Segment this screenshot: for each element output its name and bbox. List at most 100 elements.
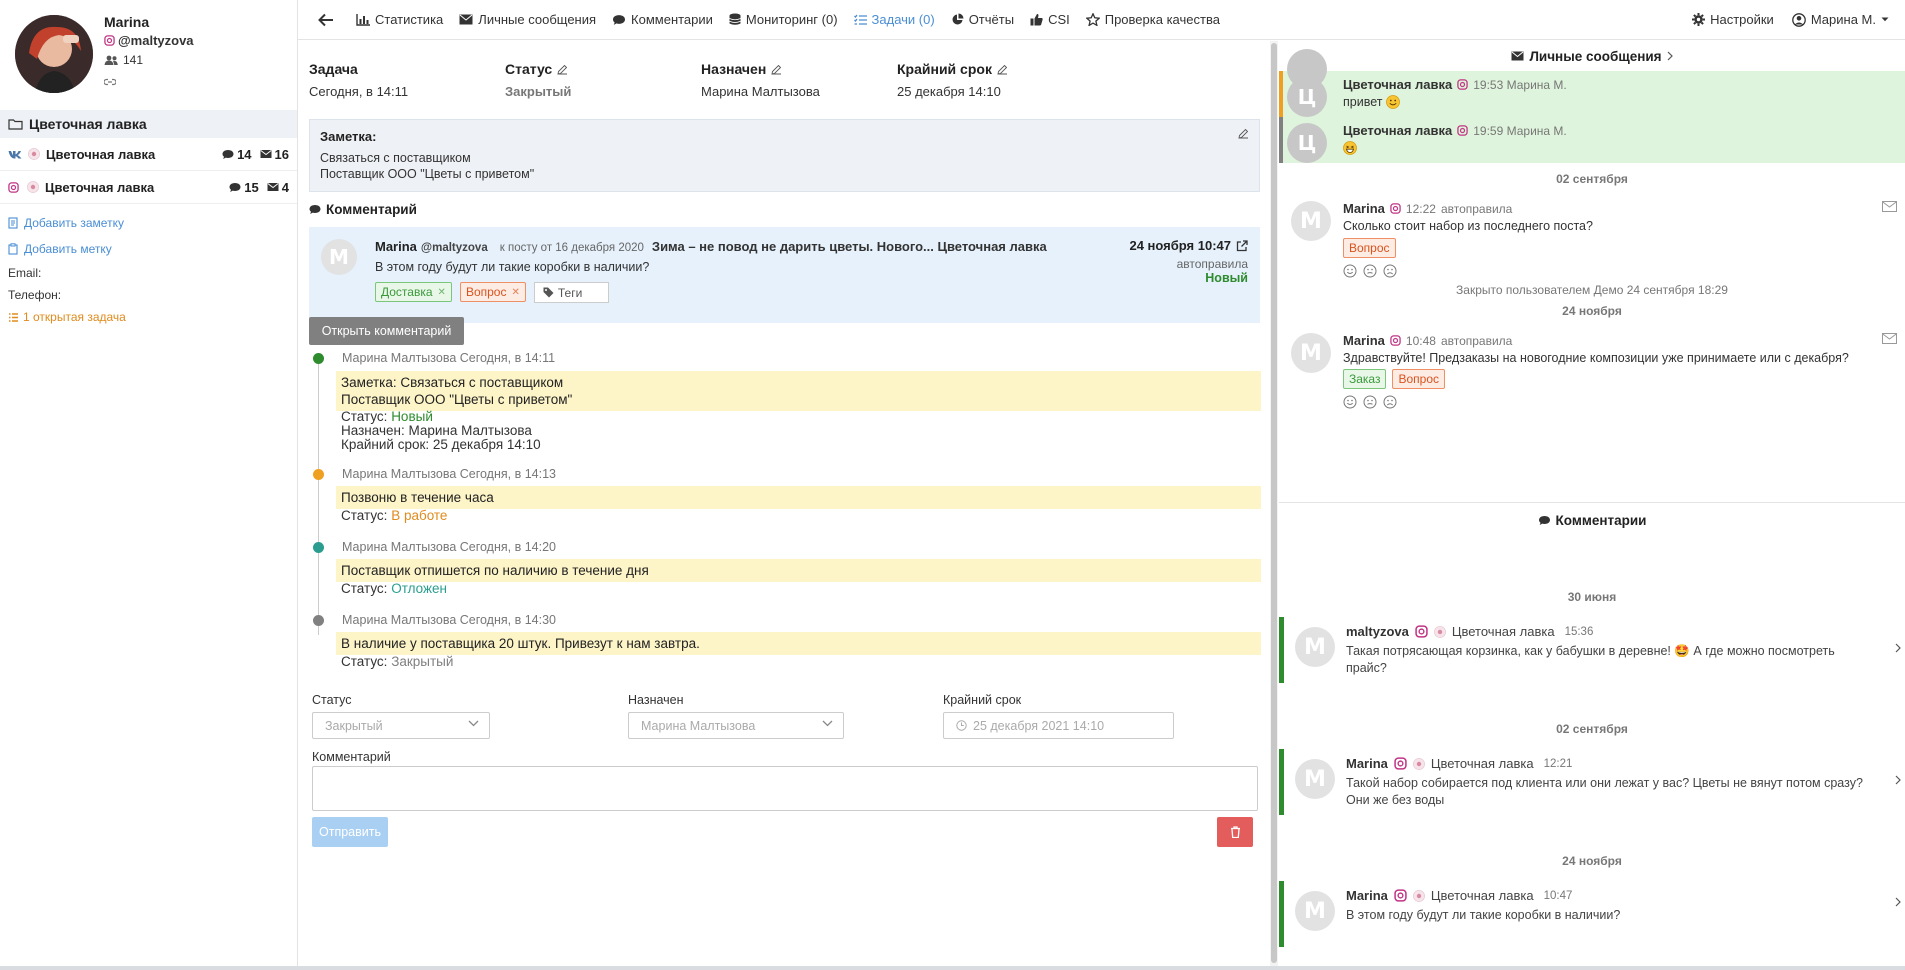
comment-tags: Доставка ✕ Вопрос ✕ Теги (375, 282, 609, 303)
message-author[interactable]: Цветочная лавка (1343, 123, 1452, 138)
nav-statistics[interactable]: Статистика (356, 12, 443, 27)
chevron-right-icon[interactable] (1895, 897, 1901, 907)
neutral-face-icon[interactable] (1363, 264, 1377, 278)
avatar[interactable] (15, 15, 93, 93)
comment-item[interactable]: M maltyzova Цветочная лавка 15:36 Такая … (1279, 617, 1905, 683)
comment-textarea[interactable] (312, 766, 1258, 811)
envelope-icon (260, 149, 272, 159)
chevron-right-icon[interactable] (1895, 643, 1901, 653)
message-outgoing: M Marina 10:48 автоправила Здравствуйте!… (1279, 329, 1905, 425)
envelope-icon (459, 14, 473, 25)
instagram-icon (1390, 335, 1401, 346)
edit-icon[interactable] (771, 64, 782, 75)
delete-button[interactable] (1217, 817, 1253, 847)
vk-icon (8, 150, 22, 159)
chevron-right-icon[interactable] (1895, 775, 1901, 785)
tag-question[interactable]: Вопрос (1343, 238, 1396, 258)
tag-question[interactable]: Вопрос (1392, 369, 1446, 389)
left-sidebar: Marina @maltyzova 141 Цветочная лавка Цв… (0, 0, 298, 970)
message-text: привет (1343, 95, 1401, 109)
task-created: Задача Сегодня, в 14:11 (309, 61, 408, 99)
envelope-outline-icon[interactable] (1882, 333, 1897, 344)
tag-question[interactable]: Вопрос ✕ (459, 282, 526, 302)
external-link-icon[interactable] (1236, 239, 1248, 252)
comment-author[interactable]: Marina (375, 239, 417, 254)
happy-face-icon[interactable] (1343, 395, 1357, 409)
remove-tag-icon[interactable]: ✕ (511, 287, 519, 298)
timeline-dot (313, 469, 324, 480)
comment-author[interactable]: Marina (1346, 756, 1388, 771)
neutral-face-icon[interactable] (1363, 395, 1377, 409)
center-scrollbar[interactable] (1270, 41, 1278, 970)
message-author[interactable]: Marina (1343, 333, 1385, 348)
shop-avatar-icon (1413, 889, 1425, 902)
message-incoming: Ц Цветочная лавка 19:53 Марина М. привет (1279, 49, 1905, 117)
tag-delivery[interactable]: Доставка ✕ (375, 282, 452, 302)
note-label: Заметка: (320, 129, 377, 144)
account-instagram[interactable]: Цветочная лавка 15 4 (0, 171, 297, 204)
timeline-dot (313, 615, 324, 626)
comments-header[interactable]: Комментарии (1279, 513, 1905, 528)
pm-header[interactable]: Личные сообщения (1279, 41, 1905, 71)
edit-note-icon[interactable] (1238, 128, 1249, 139)
nav-quality[interactable]: Проверка качества (1085, 12, 1220, 27)
link-icon[interactable] (104, 77, 116, 87)
vk-comments-count: 14 (222, 147, 252, 162)
shop-avatar-icon (27, 181, 39, 193)
system-message: Закрыто пользователем Демо 24 сентября 1… (1456, 283, 1728, 297)
nav-monitoring[interactable]: Мониторинг (0) (729, 12, 838, 27)
nav-tasks[interactable]: Задачи (0) (853, 12, 935, 27)
profile-login[interactable]: @maltyzova (104, 33, 194, 48)
tags-input[interactable]: Теги (533, 282, 609, 303)
status-label: Статус (505, 61, 553, 77)
comment-text: В этом году будут ли такие коробки в нал… (1346, 908, 1621, 922)
folder-item[interactable]: Цветочная лавка (0, 110, 297, 138)
message-author[interactable]: Marina (1343, 201, 1385, 216)
tag-order[interactable]: Заказ (1343, 369, 1387, 389)
nav-messages[interactable]: Личные сообщения (459, 12, 596, 27)
window-bottom-edge (0, 966, 1905, 970)
timeline-dot (313, 542, 324, 553)
sad-face-icon[interactable] (1383, 395, 1397, 409)
timeline-status: Статус: Новый (341, 409, 433, 424)
nav-csi[interactable]: CSI (1030, 12, 1070, 27)
open-tasks-link[interactable]: 1 открытая задача (0, 306, 297, 328)
database-icon (729, 13, 741, 26)
comment-post-title[interactable]: Зима – не повод не дарить цветы. Нового.… (652, 239, 1047, 254)
add-tag-label: Добавить метку (24, 242, 112, 256)
open-comment-button[interactable]: Открыть комментарий (309, 317, 464, 345)
nav-reports[interactable]: Отчёты (951, 12, 1014, 27)
edit-icon[interactable] (557, 64, 568, 75)
scrollbar-thumb[interactable] (1271, 43, 1277, 963)
send-button[interactable]: Отправить (312, 817, 388, 847)
message-author[interactable]: Цветочная лавка (1343, 77, 1452, 92)
nav-comments[interactable]: Комментарии (612, 12, 713, 27)
sad-face-icon[interactable] (1383, 264, 1397, 278)
form-status-label: Статус (312, 693, 352, 707)
happy-face-icon[interactable] (1343, 264, 1357, 278)
nav-user-menu[interactable]: Марина М. (1791, 12, 1889, 27)
comment-author[interactable]: maltyzova (1346, 624, 1409, 639)
nav-settings[interactable]: Настройки (1692, 12, 1774, 27)
remove-tag-icon[interactable]: ✕ (438, 287, 446, 298)
envelope-outline-icon[interactable] (1882, 201, 1897, 212)
add-note-link[interactable]: Добавить заметку (0, 210, 297, 236)
comment-accent-bar (1279, 881, 1284, 947)
back-arrow-icon[interactable] (312, 13, 340, 27)
timeline-status: Статус: Отложен (341, 581, 447, 596)
status-select[interactable]: Закрытый (312, 712, 490, 739)
comment-section-title: Комментарий (309, 202, 417, 217)
edit-icon[interactable] (997, 64, 1008, 75)
deadline-input[interactable]: 25 декабря 2021 14:10 (943, 712, 1174, 739)
comment-author[interactable]: Marina (1346, 888, 1388, 903)
trash-icon (1230, 826, 1241, 838)
gear-icon (1692, 13, 1706, 26)
add-tag-link[interactable]: Добавить метку (0, 236, 297, 262)
comment-card[interactable]: M Marina @maltyzova к посту от 16 декабр… (309, 227, 1260, 323)
comment-item[interactable]: M Marina Цветочная лавка 12:21 Такой наб… (1279, 749, 1905, 815)
message-time: 19:59 Марина М. (1473, 123, 1567, 138)
account-vk[interactable]: Цветочная лавка 14 16 (0, 138, 297, 171)
comment-item[interactable]: M Marina Цветочная лавка 10:47 В этом го… (1279, 881, 1905, 947)
phone-label: Телефон: (8, 288, 62, 302)
assigned-select[interactable]: Марина Малтызова (628, 712, 844, 739)
